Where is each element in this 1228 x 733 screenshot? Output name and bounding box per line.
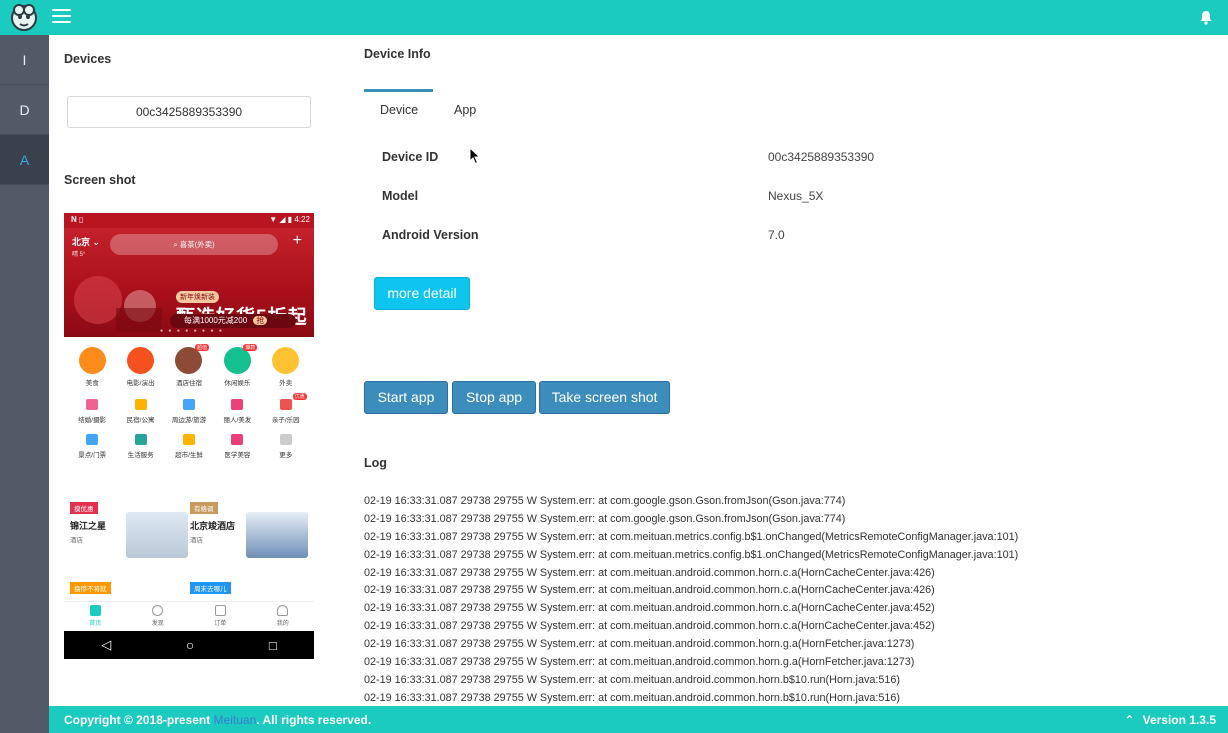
- phone-nav-bar: ◁ ○ □: [64, 631, 314, 659]
- phone-subcategory: 生活服务: [118, 434, 164, 459]
- log-line: 02-19 16:33:31.087 29738 29755 W System.…: [364, 512, 846, 525]
- hamburger-menu-icon[interactable]: [52, 9, 71, 25]
- version-text: ⌃ Version 1.3.5: [1124, 713, 1216, 727]
- phone-card: 周末去哪儿: [190, 578, 308, 596]
- phone-weather: 晴 5°: [72, 252, 86, 258]
- phone-subcategory: 医学美容: [214, 434, 260, 459]
- phone-tab-discover: 发现: [138, 602, 178, 631]
- phone-tab-orders: 订单: [200, 602, 240, 631]
- recents-square-icon: □: [268, 637, 277, 653]
- device-id-label: Device ID: [382, 150, 439, 164]
- phone-category: 电影/演出: [118, 347, 164, 387]
- log-line: 02-19 16:33:31.087 29738 29755 W System.…: [364, 673, 900, 686]
- log-line: 02-19 16:33:31.087 29738 29755 W System.…: [364, 584, 935, 597]
- device-screenshot: N ▯ ▼ ◢ ▮ 4:22 北京 ⌄ 晴 5° ⌕ 喜茶(外卖) + 新年焕新…: [64, 213, 314, 659]
- notification-icon: N ▯: [71, 215, 84, 224]
- phone-tab-home: 首页: [75, 602, 115, 631]
- phone-category: 外卖: [263, 347, 309, 387]
- phone-category: 美食: [69, 347, 115, 387]
- android-version-label: Android Version: [382, 228, 479, 242]
- device-id-value: 00c3425889353390: [768, 150, 875, 164]
- brand-link[interactable]: Meituan: [214, 713, 257, 727]
- phone-subcategory-row: 结婚/摄影 民宿/公寓 周边游/旅游 丽人/美发 亲子/乐园 优惠: [64, 393, 314, 424]
- phone-tab-bar: 首页 发现 订单 我的: [64, 601, 314, 631]
- mouse-cursor-icon: [469, 147, 481, 165]
- sidebar-item-i[interactable]: I: [0, 35, 49, 85]
- sidebar: I D A: [0, 35, 49, 733]
- phone-subcategory-row: 景点/门票 生活服务 超市/生鲜 医学美容 更多: [64, 434, 314, 459]
- phone-cards: 摸优惠 锦江之星 酒店 有格调 北京竣酒店 酒店 撸惨不将就 周末去哪儿: [64, 496, 314, 601]
- top-bar: [0, 0, 1228, 35]
- bell-icon[interactable]: [1199, 10, 1213, 25]
- phone-card: 有格调 北京竣酒店 酒店: [190, 498, 308, 558]
- banner-decoration-icon: [74, 276, 162, 332]
- phone-subcategory: 民宿/公寓: [118, 399, 164, 424]
- phone-subcategory: 亲子/乐园 优惠: [271, 393, 307, 424]
- model-value: Nexus_5X: [768, 189, 824, 203]
- log-line: 02-19 16:33:31.087 29738 29755 W System.…: [364, 602, 935, 615]
- phone-time: ▼ ◢ ▮ 4:22: [269, 215, 310, 224]
- start-app-button[interactable]: Start app: [364, 381, 448, 414]
- phone-category: 酒店住宿 超值: [175, 344, 209, 387]
- phone-tab-mine: 我的: [263, 602, 303, 631]
- phone-subcategory: 更多: [263, 434, 309, 459]
- tab-indicator: [364, 89, 433, 92]
- screenshot-title: Screen shot: [64, 173, 136, 187]
- phone-plus-icon: +: [292, 232, 302, 249]
- take-screenshot-button[interactable]: Take screen shot: [539, 381, 670, 414]
- home-circle-icon: ○: [185, 637, 195, 653]
- devices-title: Devices: [64, 52, 112, 66]
- copyright-text: Copyright © 2018-present Meituan. All ri…: [64, 713, 372, 727]
- log-line: 02-19 16:33:31.087 29738 29755 W System.…: [364, 530, 1019, 543]
- model-label: Model: [382, 189, 419, 203]
- phone-card: 撸惨不将就: [70, 578, 188, 596]
- logo-icon: [11, 4, 37, 31]
- log-line: 02-19 16:33:31.087 29738 29755 W System.…: [364, 691, 900, 704]
- phone-category-grid: 美食 电影/演出 酒店住宿 超值 休闲娱乐 爆款 外卖: [64, 344, 314, 387]
- log-line: 02-19 16:33:31.087 29738 29755 W System.…: [364, 566, 935, 579]
- phone-promo-sub: 每满1000元减200 抢: [170, 314, 296, 328]
- chevron-up-icon[interactable]: ⌃: [1125, 713, 1135, 727]
- banner-pagination-dots: ● ● ● ● ● ● ● ●: [160, 328, 224, 334]
- phone-subcategory: 超市/生鲜: [166, 434, 212, 459]
- log-title: Log: [364, 456, 387, 470]
- phone-category: 休闲娱乐 爆款: [223, 344, 258, 387]
- log-line: 02-19 16:33:31.087 29738 29755 W System.…: [364, 638, 915, 651]
- log-line: 02-19 16:33:31.087 29738 29755 W System.…: [364, 548, 1019, 561]
- footer: Copyright © 2018-present Meituan. All ri…: [49, 706, 1228, 733]
- stop-app-button[interactable]: Stop app: [452, 381, 536, 414]
- back-icon: ◁: [101, 637, 112, 652]
- phone-card: 摸优惠 锦江之星 酒店: [70, 498, 188, 558]
- phone-subcategory: 周边游/旅游: [166, 399, 212, 424]
- android-version-value: 7.0: [768, 228, 785, 242]
- more-detail-button[interactable]: more detail: [374, 277, 470, 310]
- phone-city: 北京 ⌄: [72, 237, 101, 247]
- device-selector[interactable]: 00c3425889353390: [67, 96, 311, 128]
- log-line: 02-19 16:33:31.087 29738 29755 W System.…: [364, 620, 935, 633]
- phone-subcategory: 结婚/摄影: [69, 399, 115, 424]
- log-line: 02-19 16:33:31.087 29738 29755 W System.…: [364, 495, 846, 507]
- device-info-title: Device Info: [364, 47, 431, 61]
- log-panel[interactable]: 02-19 16:33:31.087 29738 29755 W System.…: [364, 493, 1214, 706]
- phone-status-bar: N ▯ ▼ ◢ ▮ 4:22: [64, 213, 314, 228]
- phone-subcategory: 丽人/美发: [214, 399, 260, 424]
- phone-subcategory: 景点/门票: [69, 434, 115, 459]
- sidebar-item-d[interactable]: D: [0, 85, 49, 135]
- tab-app[interactable]: App: [454, 103, 476, 117]
- tab-device[interactable]: Device: [380, 103, 418, 117]
- sidebar-item-a[interactable]: A: [0, 135, 49, 185]
- phone-search-bar: ⌕ 喜茶(外卖): [110, 234, 278, 255]
- log-line: 02-19 16:33:31.087 29738 29755 W System.…: [364, 656, 915, 669]
